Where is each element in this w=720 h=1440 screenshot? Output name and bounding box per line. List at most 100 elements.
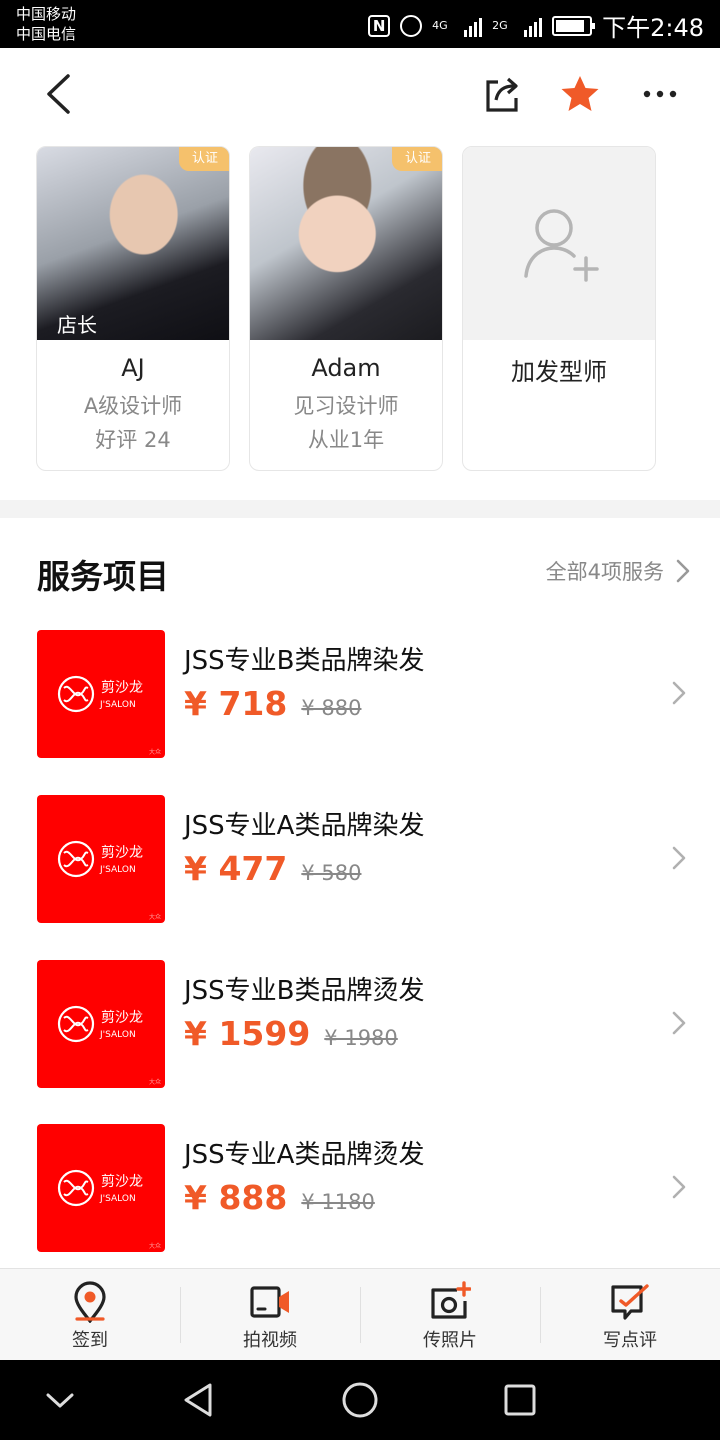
signal-icon <box>464 15 483 37</box>
stylist-title: A级设计师 <box>83 394 183 418</box>
logo-en-text: J'SALON <box>99 865 136 875</box>
top-nav <box>0 48 720 140</box>
add-user-icon <box>524 208 599 282</box>
service-name: JSS专业A类品牌烫发 <box>184 1140 425 1170</box>
alarm-icon <box>400 14 423 37</box>
logo-en-text: J'SALON <box>99 1194 136 1204</box>
chevron-right-icon <box>672 1011 686 1035</box>
logo-cn-text: 剪沙龙 <box>101 680 143 696</box>
stylist-title: 见习设计师 <box>293 394 399 418</box>
jsalon-logo-icon: 剪沙龙 J'SALON 大众 <box>57 840 161 921</box>
logo-cn-text: 剪沙龙 <box>101 1174 143 1190</box>
upload-photo-label: 传照片 <box>423 1330 477 1351</box>
service-item[interactable]: 剪沙龙 J'SALON 大众 JSS专业A类品牌染发 ¥ 477 ¥ 580 <box>37 795 697 923</box>
certified-badge: 认证 <box>392 147 442 171</box>
write-review-icon <box>611 1284 649 1320</box>
service-price: ¥ 477 ¥ 580 <box>184 849 361 888</box>
star-icon <box>561 76 599 111</box>
service-item[interactable]: 剪沙龙 J'SALON 大众 JSS专业A类品牌烫发 ¥ 888 ¥ 1180 <box>37 1124 697 1252</box>
chevron-right-icon <box>672 846 686 870</box>
current-price: ¥ 888 <box>184 1178 288 1217</box>
system-nav-bar <box>0 1360 720 1440</box>
logo-en-text: J'SALON <box>99 700 136 710</box>
status-icons: N 4G 2G 下午2:48 <box>368 8 704 43</box>
logo-en-text: J'SALON <box>99 1030 136 1040</box>
watermark-text: 大众 <box>149 913 161 921</box>
carrier-2: 中国电信 <box>16 25 77 43</box>
chevron-right-icon <box>672 1175 686 1199</box>
all-services-link[interactable]: 全部4项服务 <box>546 556 690 586</box>
service-thumbnail: 剪沙龙 J'SALON 大众 <box>37 795 165 923</box>
photo-upload-icon <box>431 1281 471 1319</box>
more-dots-icon <box>643 90 677 98</box>
service-thumbnail: 剪沙龙 J'SALON 大众 <box>37 1124 165 1252</box>
write-review-button[interactable]: 写点评 <box>540 1269 720 1361</box>
current-price: ¥ 1599 <box>184 1014 311 1053</box>
recents-square-icon[interactable] <box>500 1380 540 1420</box>
service-name: JSS专业A类品牌染发 <box>184 811 425 841</box>
stylist-detail: 从业1年 <box>307 428 385 452</box>
more-button[interactable] <box>634 68 686 120</box>
carrier-1: 中国移动 <box>16 5 77 23</box>
current-price: ¥ 477 <box>184 849 288 888</box>
stylist-photo: 认证 店长 <box>37 147 229 340</box>
logo-cn-text: 剪沙龙 <box>101 845 143 861</box>
battery-icon <box>552 15 596 36</box>
home-circle-icon[interactable] <box>340 1380 380 1420</box>
carrier-labels: 中国移动 中国电信 <box>16 4 76 44</box>
add-stylist-label: 加发型师 <box>511 358 607 386</box>
watermark-text: 大众 <box>149 1078 161 1086</box>
shoot-video-label: 拍视频 <box>243 1330 297 1351</box>
manager-tag: 店长 <box>57 313 97 337</box>
service-thumbnail: 剪沙龙 J'SALON 大众 <box>37 960 165 1088</box>
services-title: 服务项目 <box>37 557 169 596</box>
video-camera-icon <box>250 1286 289 1318</box>
clock: 下午2:48 <box>602 14 704 42</box>
service-item[interactable]: 剪沙龙 J'SALON 大众 JSS专业B类品牌染发 ¥ 718 ¥ 880 <box>37 630 697 758</box>
chevron-down-icon[interactable] <box>40 1380 80 1420</box>
nfc-icon: N <box>368 14 391 37</box>
stylist-name: AJ <box>121 354 145 382</box>
current-price: ¥ 718 <box>184 684 288 723</box>
upload-photo-button[interactable]: 传照片 <box>360 1269 540 1361</box>
watermark-text: 大众 <box>149 748 161 756</box>
location-pin-icon <box>74 1281 106 1323</box>
service-name: JSS专业B类品牌染发 <box>184 646 425 676</box>
add-stylist-photo <box>463 147 655 340</box>
original-price: ¥ 1980 <box>324 1026 398 1050</box>
service-price: ¥ 718 ¥ 880 <box>184 684 361 723</box>
all-services-label: 全部4项服务 <box>545 560 664 584</box>
back-button[interactable] <box>32 68 84 120</box>
status-bar: 中国移动 中国电信 N 4G 2G 下午2:48 <box>0 0 720 48</box>
certified-badge: 认证 <box>179 147 229 171</box>
share-button[interactable] <box>476 68 528 120</box>
original-price: ¥ 880 <box>301 696 362 720</box>
logo-cn-text: 剪沙龙 <box>101 1010 143 1026</box>
stylist-list: 认证 店长 AJ A级设计师 好评 24 认证 Adam 见习设计师 从业1年 … <box>36 146 656 471</box>
stylist-name: Adam <box>311 354 381 382</box>
service-thumbnail: 剪沙龙 J'SALON 大众 <box>37 630 165 758</box>
network-type-2: 2G <box>492 19 508 32</box>
stylist-card[interactable]: 认证 Adam 见习设计师 从业1年 <box>249 146 443 471</box>
chevron-right-icon <box>672 681 686 705</box>
chevron-right-icon <box>676 559 690 583</box>
watermark-text: 大众 <box>149 1242 161 1250</box>
write-review-label: 写点评 <box>603 1330 657 1351</box>
jsalon-logo-icon: 剪沙龙 J'SALON 大众 <box>57 1169 161 1250</box>
checkin-button[interactable]: 签到 <box>0 1269 180 1361</box>
add-stylist-card[interactable]: 加发型师 <box>462 146 656 471</box>
stylist-photo: 认证 <box>250 147 442 340</box>
service-price: ¥ 888 ¥ 1180 <box>184 1178 375 1217</box>
shoot-video-button[interactable]: 拍视频 <box>180 1269 360 1361</box>
jsalon-logo-icon: 剪沙龙 J'SALON 大众 <box>57 675 161 756</box>
original-price: ¥ 580 <box>301 861 362 885</box>
back-triangle-icon[interactable] <box>180 1380 220 1420</box>
favorite-button[interactable] <box>554 68 606 120</box>
stylist-detail: 好评 24 <box>95 428 171 452</box>
stylist-card[interactable]: 认证 店长 AJ A级设计师 好评 24 <box>36 146 230 471</box>
signal-icon-2 <box>524 15 543 37</box>
original-price: ¥ 1180 <box>301 1190 375 1214</box>
service-price: ¥ 1599 ¥ 1980 <box>184 1014 398 1053</box>
section-divider <box>0 500 720 518</box>
service-item[interactable]: 剪沙龙 J'SALON 大众 JSS专业B类品牌烫发 ¥ 1599 ¥ 1980 <box>37 960 697 1088</box>
